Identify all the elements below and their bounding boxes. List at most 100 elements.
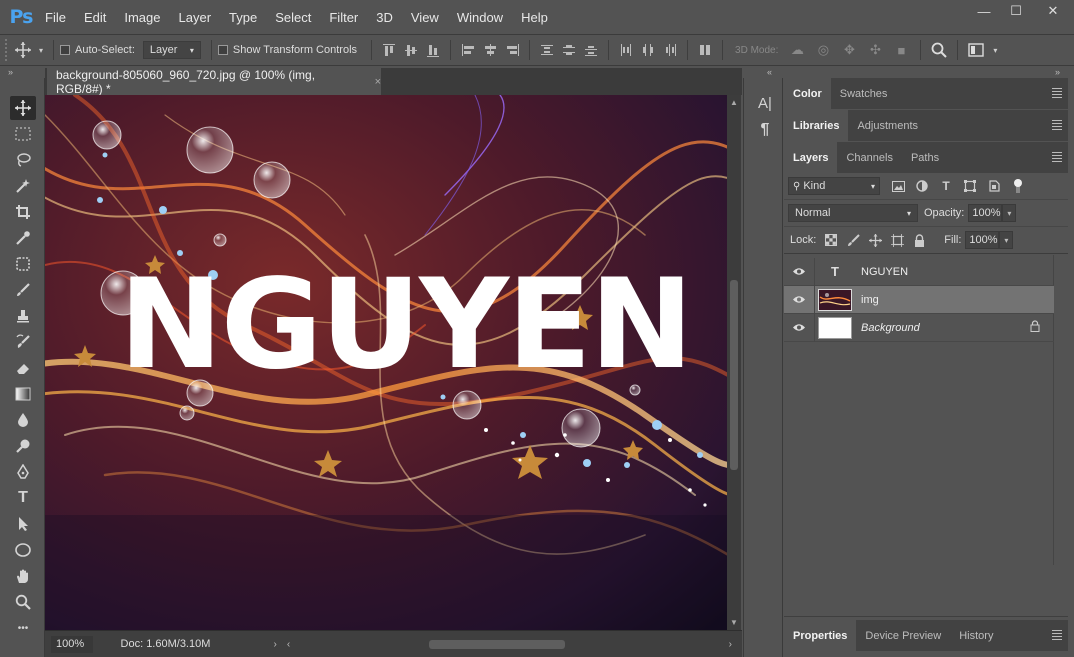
document-canvas[interactable]: NGUYEN: [45, 95, 727, 630]
status-menu-arrow-icon[interactable]: ›: [274, 639, 277, 650]
filter-kind-dropdown[interactable]: ⚲ Kind ▾: [788, 177, 880, 195]
3d-scale-icon[interactable]: ■: [888, 39, 914, 61]
align-top-icon[interactable]: [378, 39, 400, 61]
align-vcenter-icon[interactable]: [400, 39, 422, 61]
chevron-down-icon[interactable]: ▾: [988, 39, 1002, 61]
pen-tool[interactable]: [10, 460, 36, 484]
lasso-tool[interactable]: [10, 148, 36, 172]
menu-filter[interactable]: Filter: [320, 0, 367, 34]
search-icon[interactable]: [927, 39, 951, 61]
shape-layer-filter-icon[interactable]: [958, 180, 982, 192]
blur-tool[interactable]: [10, 408, 36, 432]
lock-position-icon[interactable]: [864, 233, 886, 247]
align-bottom-icon[interactable]: [422, 39, 444, 61]
eye-icon[interactable]: [784, 267, 814, 276]
toolbar-collapse-icon[interactable]: »: [8, 66, 13, 78]
close-tab-icon[interactable]: ×: [375, 76, 381, 88]
panel-menu-icon[interactable]: [1052, 120, 1062, 132]
menu-view[interactable]: View: [402, 0, 448, 34]
menu-file[interactable]: File: [36, 0, 75, 34]
3d-slide-icon[interactable]: ✣: [862, 39, 888, 61]
ellipse-tool[interactable]: [10, 538, 36, 562]
path-select-tool[interactable]: [10, 512, 36, 536]
panel-menu-icon[interactable]: [1052, 88, 1062, 100]
tab-adjustments[interactable]: Adjustments: [848, 110, 927, 141]
type-layer-filter-icon[interactable]: T: [934, 179, 958, 193]
distribute-hcenter-icon[interactable]: [637, 39, 659, 61]
canvas-text-layer[interactable]: NGUYEN: [119, 263, 694, 387]
close-window-button[interactable]: ✕: [1032, 0, 1074, 22]
eye-icon[interactable]: [784, 295, 814, 304]
paragraph-panel-icon[interactable]: ¶: [753, 118, 777, 142]
tab-layers[interactable]: Layers: [784, 142, 838, 173]
stamp-tool[interactable]: [10, 304, 36, 328]
auto-select-target-dropdown[interactable]: Layer ▾: [142, 41, 201, 59]
3d-roll-icon[interactable]: ◎: [810, 39, 836, 61]
distribute-top-icon[interactable]: [536, 39, 558, 61]
marquee-tool[interactable]: [10, 122, 36, 146]
artboard-lock-icon[interactable]: [886, 233, 908, 247]
document-tab[interactable]: background-805060_960_720.jpg @ 100% (im…: [47, 68, 381, 96]
menu-image[interactable]: Image: [115, 0, 169, 34]
layer-name[interactable]: NGUYEN: [861, 266, 908, 278]
distribute-right-icon[interactable]: [659, 39, 681, 61]
scroll-up-icon[interactable]: ▲: [727, 98, 741, 107]
fill-dropdown-icon[interactable]: ▾: [999, 231, 1014, 249]
menu-layer[interactable]: Layer: [170, 0, 221, 34]
panel-menu-icon[interactable]: [1052, 630, 1062, 642]
opacity-dropdown-icon[interactable]: ▾: [1002, 204, 1017, 222]
zoom-tool[interactable]: [10, 590, 36, 614]
menu-help[interactable]: Help: [512, 0, 557, 34]
workspace-icon[interactable]: [964, 39, 988, 61]
pixel-layer-filter-icon[interactable]: [886, 180, 910, 192]
align-left-icon[interactable]: [457, 39, 479, 61]
panels-collapse-icon[interactable]: »: [1055, 66, 1060, 78]
tab-swatches[interactable]: Swatches: [831, 78, 897, 109]
blend-mode-dropdown[interactable]: Normal ▾: [788, 204, 918, 222]
layer-name[interactable]: Background: [861, 322, 920, 334]
smart-object-filter-icon[interactable]: [982, 180, 1006, 192]
tab-color[interactable]: Color: [784, 78, 831, 109]
align-right-icon[interactable]: [501, 39, 523, 61]
horizontal-scrollbar[interactable]: [304, 637, 728, 651]
vertical-scrollbar[interactable]: ▲ ▼: [727, 95, 741, 630]
vertical-scroll-thumb[interactable]: [730, 280, 738, 470]
layer-row-img[interactable]: img: [784, 285, 1054, 314]
auto-select-checkbox[interactable]: [60, 45, 70, 55]
layer-name[interactable]: img: [861, 294, 879, 306]
eye-icon[interactable]: [784, 323, 814, 332]
opacity-field[interactable]: 100%: [968, 204, 1003, 222]
menu-3d[interactable]: 3D: [367, 0, 402, 34]
menu-select[interactable]: Select: [266, 0, 320, 34]
adjustment-layer-filter-icon[interactable]: [910, 180, 934, 192]
tab-history[interactable]: History: [950, 620, 1002, 651]
quick-select-tool[interactable]: [10, 174, 36, 198]
horizontal-scroll-thumb[interactable]: [429, 640, 566, 649]
maximize-button[interactable]: ☐: [1000, 0, 1032, 22]
character-panel-icon[interactable]: A|: [753, 91, 777, 115]
distribute-bottom-icon[interactable]: [580, 39, 602, 61]
more-tools-icon[interactable]: •••: [10, 616, 36, 640]
panel-collapse-icon[interactable]: «: [767, 66, 772, 78]
menu-type[interactable]: Type: [220, 0, 266, 34]
auto-align-icon[interactable]: [694, 39, 716, 61]
lock-transparent-pixels-icon[interactable]: [820, 234, 842, 246]
hand-tool[interactable]: [10, 564, 36, 588]
type-tool[interactable]: T: [10, 486, 36, 510]
show-transform-checkbox[interactable]: [217, 45, 228, 55]
3d-pan-icon[interactable]: ✥: [836, 39, 862, 61]
tab-properties[interactable]: Properties: [784, 620, 857, 651]
tab-libraries[interactable]: Libraries: [784, 110, 849, 141]
eyedropper-tool[interactable]: [10, 226, 36, 250]
filter-toggle-icon[interactable]: [1006, 178, 1030, 194]
dodge-tool[interactable]: [10, 434, 36, 458]
layer-row-text[interactable]: T NGUYEN: [784, 257, 1054, 286]
history-brush-tool[interactable]: [10, 330, 36, 354]
move-tool[interactable]: [10, 96, 36, 120]
eraser-tool[interactable]: [10, 356, 36, 380]
scroll-left-icon[interactable]: ‹: [287, 639, 290, 650]
lock-all-icon[interactable]: [908, 233, 930, 247]
3d-orbit-icon[interactable]: ☁: [784, 39, 810, 61]
zoom-level-field[interactable]: 100%: [51, 635, 93, 653]
gradient-tool[interactable]: [10, 382, 36, 406]
